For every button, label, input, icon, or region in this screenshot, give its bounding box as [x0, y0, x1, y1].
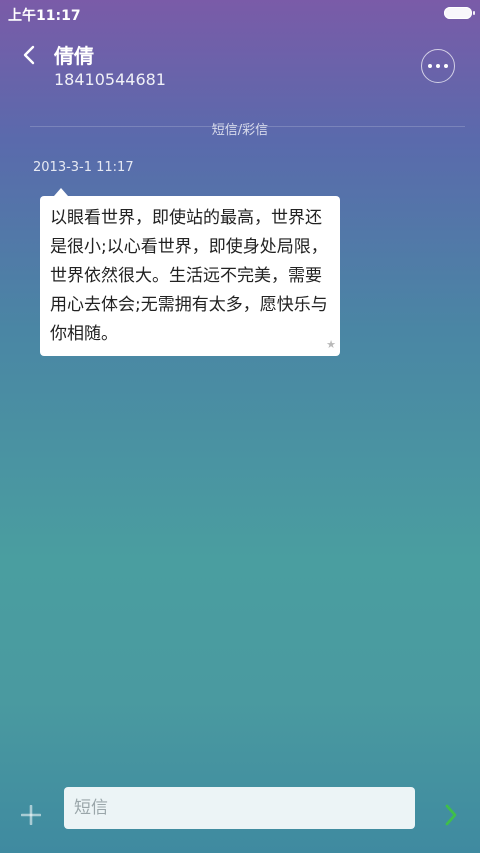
- send-arrow-icon: [445, 804, 457, 826]
- contact-phone-number: 18410544681: [54, 70, 166, 89]
- message-timestamp: 2013-3-1 11:17: [33, 160, 134, 175]
- star-icon: ★: [326, 338, 336, 351]
- back-button[interactable]: [14, 40, 44, 70]
- channel-label: 短信/彩信: [0, 119, 480, 138]
- add-attachment-button[interactable]: [16, 800, 46, 830]
- battery-icon: [444, 7, 475, 19]
- chevron-left-icon: [23, 45, 35, 65]
- message-bubble[interactable]: 以眼看世界，即使站的最高，世界还是很小;以心看世界，即使身处局限，世界依然很大。…: [40, 188, 340, 356]
- plus-icon: [21, 805, 41, 825]
- more-options-button[interactable]: [421, 49, 455, 83]
- channel-label-text: 短信/彩信: [211, 123, 269, 138]
- contact-name: 倩倩: [54, 44, 94, 68]
- status-bar: 上午11:17: [0, 0, 480, 26]
- message-text: 以眼看世界，即使站的最高，世界还是很小;以心看世界，即使身处局限，世界依然很大。…: [50, 208, 328, 344]
- message-input[interactable]: [72, 797, 407, 819]
- message-input-box[interactable]: [64, 787, 415, 829]
- send-button[interactable]: [436, 800, 466, 830]
- more-dots-icon: [428, 64, 448, 68]
- status-time: 上午11:17: [8, 8, 81, 24]
